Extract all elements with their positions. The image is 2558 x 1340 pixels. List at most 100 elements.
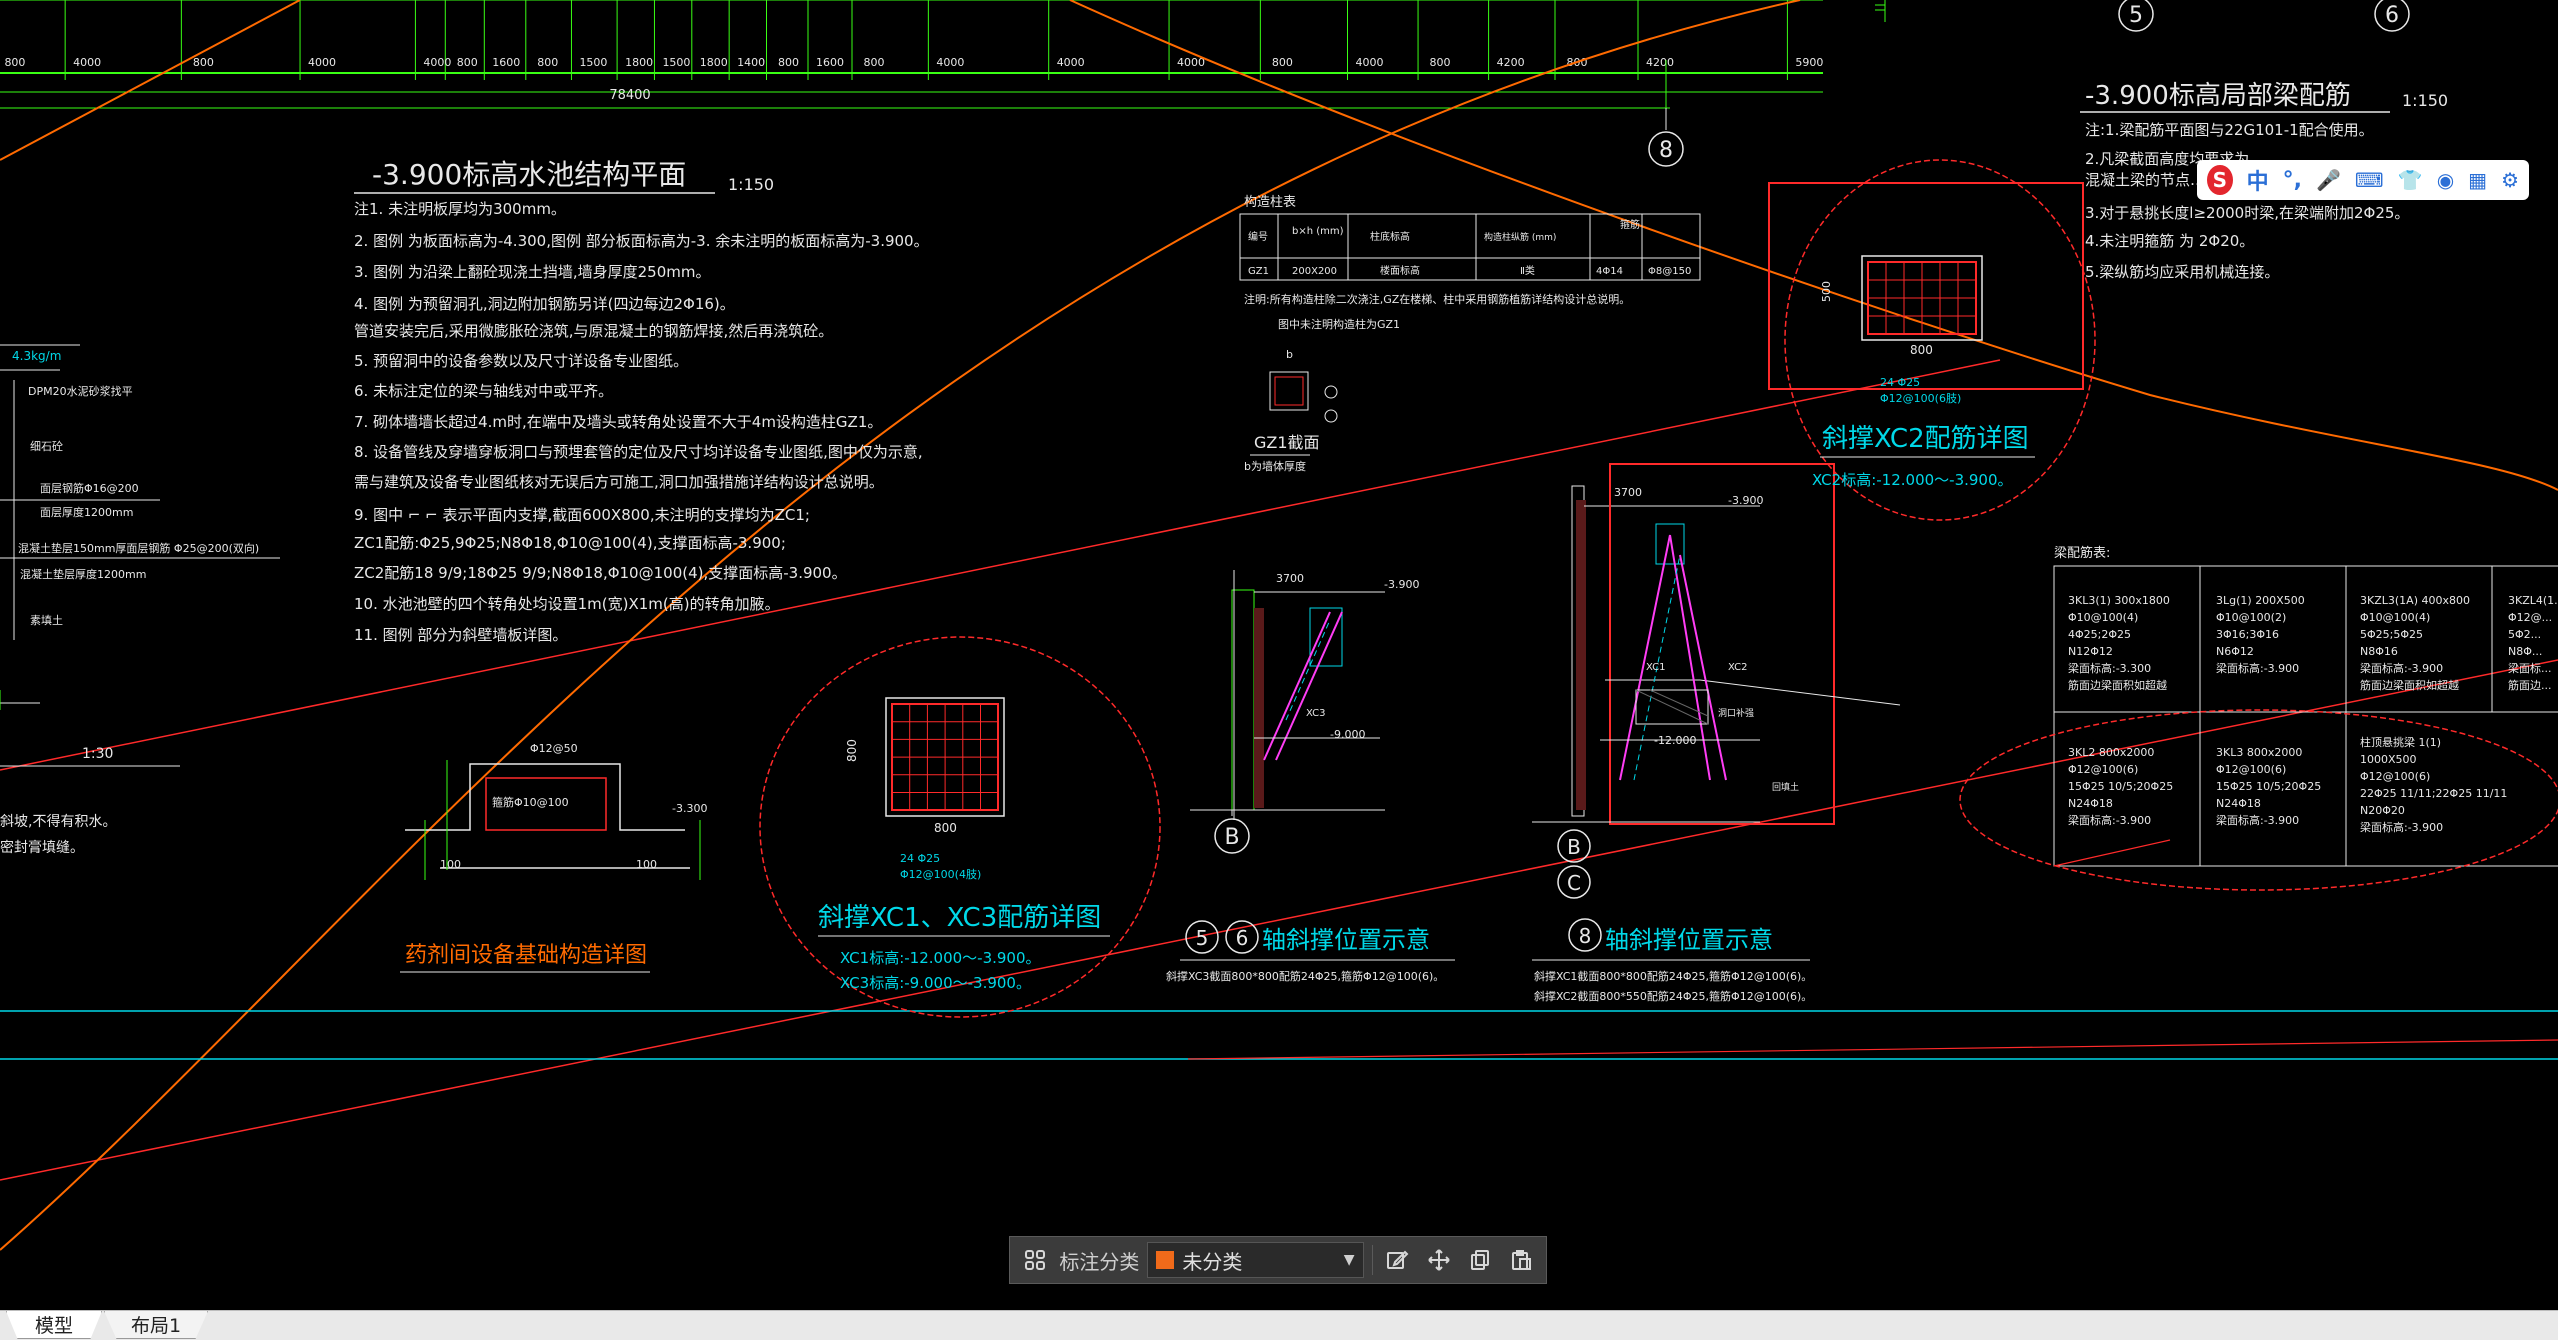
svg-text:100: 100	[440, 858, 461, 871]
svg-text:斜撑XC3截面800*800配筋24Φ25,箍筋Φ12@10: 斜撑XC3截面800*800配筋24Φ25,箍筋Φ12@100(6)。	[1166, 969, 1444, 983]
keyboard-icon[interactable]: ⌨	[2355, 168, 2384, 192]
svg-text:图中未注明构造柱为GZ1: 图中未注明构造柱为GZ1	[1278, 317, 1400, 331]
svg-text:XC3: XC3	[1306, 708, 1325, 719]
ime-punct-toggle[interactable]: °,	[2283, 168, 2302, 193]
dim-value: 5900	[1795, 56, 1823, 69]
beam-table-cell-line: Φ10@100(4)	[2068, 611, 2138, 624]
dim-value: 800	[457, 56, 478, 69]
svg-text:Φ12@50: Φ12@50	[530, 742, 578, 755]
svg-text:斜撑XC2截面800*550配筋24Φ25,箍筋Φ12@10: 斜撑XC2截面800*550配筋24Φ25,箍筋Φ12@100(6)。	[1534, 989, 1812, 1003]
svg-text:箍筋Φ10@100: 箍筋Φ10@100	[492, 795, 569, 809]
svg-text:3700: 3700	[1614, 486, 1642, 499]
svg-text:GZ1截面: GZ1截面	[1254, 433, 1320, 452]
dim-value: 800	[1272, 56, 1293, 69]
axis-label-8-top: 8	[1659, 138, 1673, 163]
svg-text:6: 6	[1236, 926, 1249, 950]
assistant-icon[interactable]: ◉	[2437, 168, 2454, 192]
beam-table-cell-line: 3KZL4(1...	[2508, 594, 2558, 607]
axis-bubble-8-top: 8	[1648, 108, 1684, 167]
svg-text:800: 800	[845, 739, 859, 762]
svg-text:B: B	[1567, 835, 1581, 859]
pool-note-line: 10. 水池池壁的四个转角处均设置1m(宽)X1m(高)的转角加腋。	[354, 595, 780, 613]
dim-total: 78400	[609, 88, 650, 103]
svg-text:800: 800	[934, 821, 957, 835]
annotation-category-dropdown[interactable]: 未分类 ▼	[1147, 1242, 1364, 1278]
cad-drawing-canvas[interactable]: 800 4000 800 4000 4000 800 1600 800 1500 1800 1500…	[0, 0, 2558, 1310]
beam-table-cell-line: 梁面标高:-3.900	[2216, 661, 2299, 675]
beam-table-cell-line: 3KZL3(1A) 400x800	[2360, 594, 2470, 607]
svg-text:面层厚度1200mm: 面层厚度1200mm	[40, 505, 133, 519]
beam-table-cell-line: 22Φ25 11/11;22Φ25 11/11	[2360, 787, 2507, 800]
svg-text:XC3标高:-9.000～-3.900。: XC3标高:-9.000～-3.900。	[840, 974, 1031, 992]
svg-text:24 Φ25: 24 Φ25	[900, 852, 940, 865]
pool-note-line: 5. 预留洞中的设备参数以及尺寸详设备专业图纸。	[354, 352, 688, 370]
svg-text:回填土: 回填土	[1772, 781, 1799, 793]
svg-text:100: 100	[636, 858, 657, 871]
beam-table-cell-line: Φ12@100(6)	[2216, 763, 2286, 776]
grid-icon[interactable]	[1018, 1243, 1051, 1277]
svg-text:Φ12@100(4肢): Φ12@100(4肢)	[900, 867, 981, 881]
svg-text:洞口补强: 洞口补强	[1718, 707, 1754, 719]
pool-note-line: 7. 砌体墙墙长超过4.m时,在端中及墙头或转角处设置不大于4m设构造柱GZ1。	[354, 413, 882, 431]
axis-label-6: 6	[2385, 3, 2399, 28]
paste-icon[interactable]	[1505, 1243, 1538, 1277]
copy-icon[interactable]	[1463, 1243, 1496, 1277]
svg-text:8: 8	[1579, 924, 1592, 948]
beam-table-cell-line: 梁面标高:-3.900	[2360, 820, 2443, 834]
beam-table-cell-line: 1000X500	[2360, 753, 2417, 766]
svg-text:200X200: 200X200	[1292, 266, 1337, 277]
apps-grid-icon[interactable]: ▦	[2468, 168, 2487, 192]
svg-text:-3.900: -3.900	[1728, 494, 1763, 507]
brace8-title: 轴斜撑位置示意	[1605, 926, 1773, 954]
beam-table-cell-line: 梁面标...	[2508, 661, 2552, 675]
svg-text:斜坡,不得有积水。: 斜坡,不得有积水。	[0, 813, 116, 830]
svg-text:-3.300: -3.300	[672, 802, 707, 815]
dim-value: 800	[4, 56, 25, 69]
dim-value: 4200	[1646, 56, 1674, 69]
svg-text:素填土: 素填土	[30, 613, 63, 627]
pool-note-line: 注1. 未注明板厚均为300mm。	[354, 200, 566, 218]
svg-text:b×h (mm): b×h (mm)	[1292, 226, 1344, 237]
gz1-table: 构造柱表 编号 b×h (mm) 柱底标高 构造柱纵筋 (mm) 箍筋 GZ1 …	[1239, 195, 1701, 473]
dim-value: 800	[778, 56, 799, 69]
dim-value: 1500	[579, 56, 607, 69]
skin-icon[interactable]: 👕	[2398, 168, 2423, 192]
axis-label-5: 5	[2129, 3, 2143, 28]
beam-table-cell-line: N12Φ12	[2068, 645, 2113, 658]
svg-text:GZ1: GZ1	[1248, 266, 1269, 277]
svg-text:Φ8@150: Φ8@150	[1648, 266, 1691, 277]
pool-note-line: 管道安装完后,采用微膨胀砼浇筑,与原混凝土的钢筋焊接,然后再浇筑砼。	[354, 322, 833, 340]
svg-text:C: C	[1567, 871, 1581, 895]
beam-table-cell-line: N20Φ20	[2360, 804, 2405, 817]
dim-value: 800	[193, 56, 214, 69]
category-color-swatch	[1156, 1251, 1175, 1269]
beam-note-line: 注:1.梁配筋平面图与22G101-1配合使用。	[2085, 121, 2374, 139]
layout-tab-bar: 模型 布局1	[0, 1310, 2558, 1340]
beam-table-cell-line: Φ12@100(6)	[2360, 770, 2430, 783]
dim-value: 4000	[308, 56, 336, 69]
beam-table-cell-line: 梁面标高:-3.900	[2360, 661, 2443, 675]
xc13-revision-cloud: 800 800 24 Φ25 Φ12@100(4肢) 斜撑XC1、XC3配筋详图…	[759, 636, 1161, 1018]
microphone-icon[interactable]: 🎤	[2316, 168, 2341, 192]
ime-mode-toggle[interactable]: 中	[2247, 164, 2269, 196]
beam-table-cell-line: 筋面边...	[2508, 678, 2552, 692]
sogou-logo-icon[interactable]: S	[2207, 165, 2233, 195]
svg-text:800: 800	[1910, 343, 1933, 357]
beam-table-cell-line: 筋面边梁面积如超越	[2360, 678, 2459, 692]
beam-table-cell-line: 筋面边梁面积如超越	[2068, 678, 2167, 692]
tab-model[interactable]: 模型	[6, 1311, 102, 1339]
xc2-title: 斜撑XC2配筋详图	[1822, 424, 2029, 454]
svg-text:注明:所有构造柱除二次浇注,GZ在楼梯、柱中采用钢筋植筋详结: 注明:所有构造柱除二次浇注,GZ在楼梯、柱中采用钢筋植筋详结构设计总说明。	[1244, 292, 1630, 306]
svg-text:XC2标高:-12.000～-3.900。: XC2标高:-12.000～-3.900。	[1812, 471, 2013, 489]
xc2-revision-cloud: 500 800 24 Φ25 Φ12@100(6肢) 斜撑XC2配筋详图 XC2…	[1768, 159, 2096, 521]
settings-icon[interactable]: ⚙	[2501, 168, 2519, 192]
pool-note-line: 4. 图例 为预留洞孔,洞边附加钢筋另详(四边每边2Φ16)。	[354, 295, 735, 313]
edit-icon[interactable]	[1381, 1243, 1414, 1277]
ime-toolbar[interactable]: S 中 °, 🎤 ⌨ 👕 ◉ ▦ ⚙	[2197, 160, 2529, 200]
pool-note-line: 11. 图例 部分为斜壁墙板详图。	[354, 626, 567, 644]
move-icon[interactable]	[1422, 1243, 1455, 1277]
dim-value: 1500	[662, 56, 690, 69]
beam-table-cell-line: 3KL2 800x2000	[2068, 746, 2154, 759]
tab-layout1[interactable]: 布局1	[104, 1311, 208, 1339]
brace56-title: 轴斜撑位置示意	[1262, 926, 1430, 954]
